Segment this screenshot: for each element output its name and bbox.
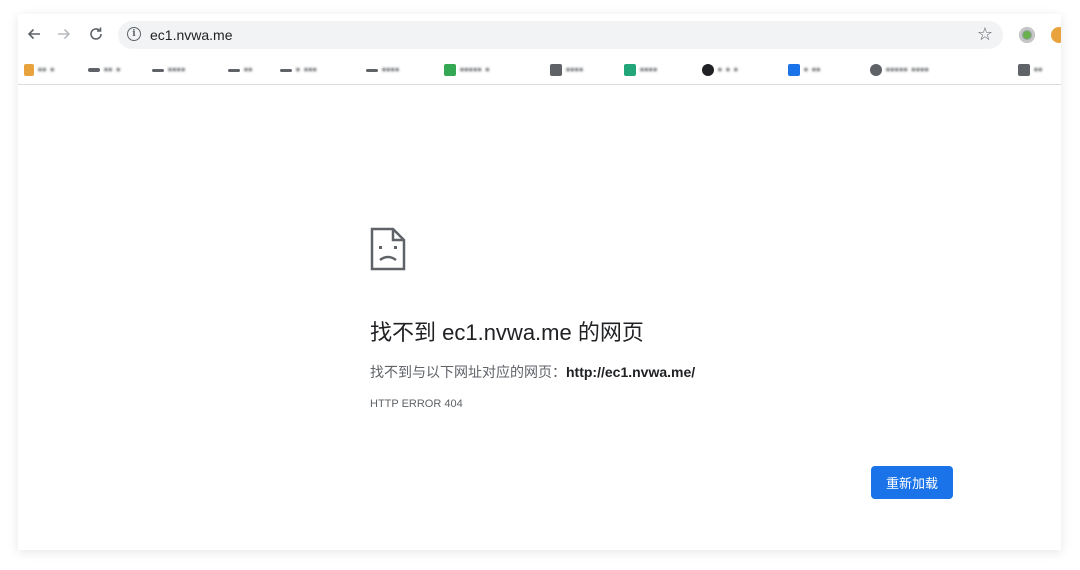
site-icon [1018, 64, 1030, 76]
error-description-text: 找不到与以下网址对应的网页： [370, 364, 566, 380]
site-icon [788, 64, 800, 76]
forward-arrow-icon[interactable] [52, 22, 76, 46]
error-code: HTTP ERROR 404 [370, 398, 463, 410]
folder-icon [280, 68, 292, 72]
bookmark-item[interactable]: ▪▪▪▪ [152, 62, 186, 78]
bookmark-item[interactable]: ▪ ▪▪▪ [280, 62, 317, 78]
folder-icon [228, 68, 240, 72]
reload-button[interactable]: 重新加载 [871, 466, 953, 499]
bookmark-item[interactable]: ▪▪▪▪▪ ▪▪▪▪ [870, 62, 929, 78]
info-icon[interactable]: i [127, 27, 141, 41]
folder-icon [88, 68, 100, 72]
site-icon [870, 64, 882, 76]
site-icon [702, 64, 714, 76]
reload-icon[interactable] [84, 22, 108, 46]
folder-icon [366, 68, 378, 72]
bookmark-item[interactable]: ▪▪▪▪ [550, 62, 584, 78]
browser-window: i ec1.nvwa.me ☆ ▪▪ ▪ ▪▪ ▪ ▪▪▪▪ ▪▪ ▪ ▪▪▪ [18, 14, 1061, 550]
extension-icon[interactable] [1051, 27, 1061, 43]
extension-icon[interactable] [1019, 27, 1035, 43]
address-bar[interactable]: i ec1.nvwa.me ☆ [118, 21, 1003, 49]
address-bar-url[interactable]: ec1.nvwa.me [150, 27, 232, 43]
bookmark-item[interactable]: ▪▪▪▪▪ ▪ [444, 62, 490, 78]
site-icon [550, 64, 562, 76]
error-page: 找不到 ec1.nvwa.me 的网页 找不到与以下网址对应的网页：http:/… [18, 85, 1061, 550]
bookmark-item[interactable]: ▪▪▪▪ [624, 62, 658, 78]
folder-icon [152, 68, 164, 72]
bookmark-item[interactable]: ▪▪ [1018, 62, 1043, 78]
bookmark-item[interactable]: ▪▪▪▪ [366, 62, 400, 78]
site-icon [624, 64, 636, 76]
bookmark-item[interactable]: ▪ ▪▪ [788, 62, 821, 78]
apps-icon [24, 64, 34, 76]
site-icon [444, 64, 456, 76]
error-description: 找不到与以下网址对应的网页：http://ec1.nvwa.me/ [370, 362, 695, 382]
browser-toolbar: i ec1.nvwa.me ☆ [18, 14, 1061, 56]
error-url: http://ec1.nvwa.me/ [566, 364, 696, 380]
bookmark-item[interactable]: ▪ ▪ ▪ [702, 62, 738, 78]
bookmark-item[interactable]: ▪▪ [228, 62, 253, 78]
bookmark-item[interactable]: ▪▪ ▪ [88, 62, 121, 78]
error-title: 找不到 ec1.nvwa.me 的网页 [370, 320, 644, 345]
bookmarks-bar: ▪▪ ▪ ▪▪ ▪ ▪▪▪▪ ▪▪ ▪ ▪▪▪ ▪▪▪▪ ▪▪▪▪▪ ▪ ▪▪▪… [18, 56, 1061, 85]
bookmark-item[interactable]: ▪▪ ▪ [24, 62, 55, 78]
star-icon[interactable]: ☆ [977, 24, 993, 45]
sad-page-icon [370, 227, 406, 271]
back-arrow-icon[interactable] [22, 22, 46, 46]
